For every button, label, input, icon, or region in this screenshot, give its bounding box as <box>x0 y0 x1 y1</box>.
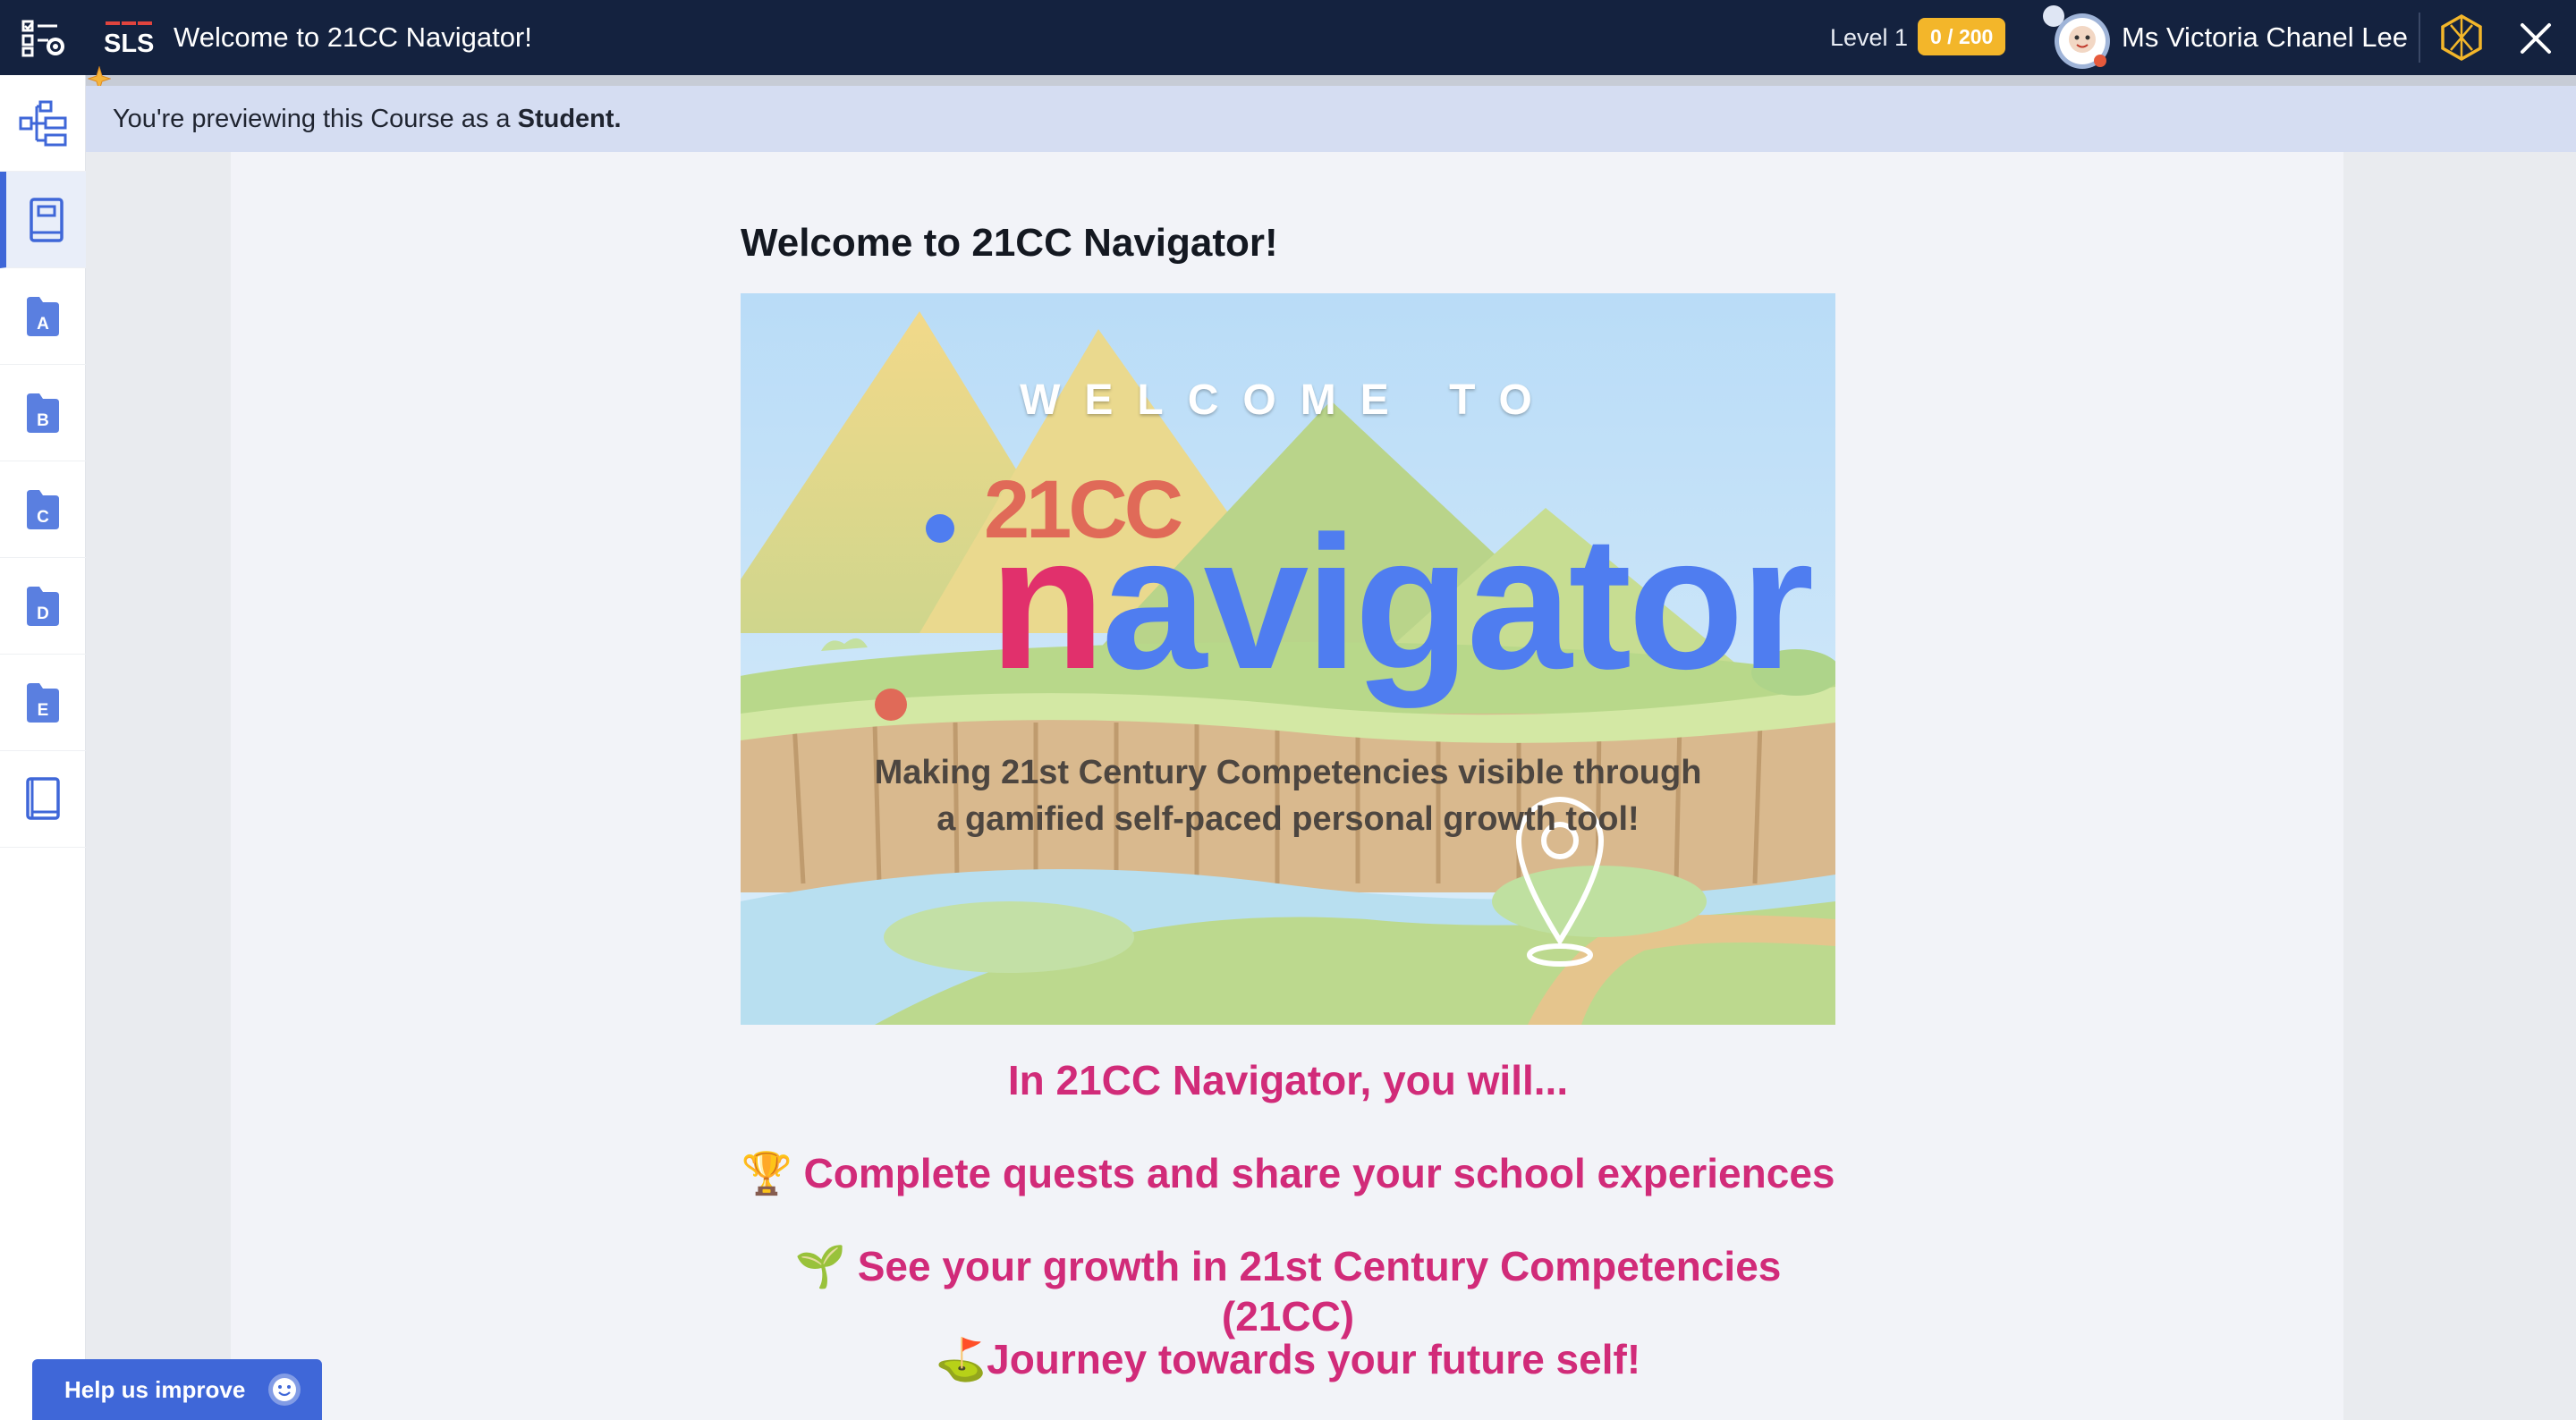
folder-letter: C <box>37 508 49 527</box>
benefit-line-quests: 🏆 Complete quests and share your school … <box>741 1148 1835 1198</box>
sidebar-item-folder-a[interactable]: A <box>0 268 86 365</box>
notebook-icon <box>29 197 64 242</box>
close-icon[interactable] <box>2517 20 2555 57</box>
course-map-icon <box>19 100 67 146</box>
golf-flag-icon: ⛳ <box>935 1335 987 1383</box>
folder-letter: B <box>37 411 49 430</box>
intro-heading-text: In 21CC Navigator, you will... <box>1007 1057 1569 1103</box>
level-label: Level 1 <box>1830 24 1909 51</box>
folder-letter: D <box>37 604 49 623</box>
hero-welcome-text: WELCOME TO <box>1020 376 1556 424</box>
preview-banner-prefix: You're previewing this Course as a <box>113 105 518 133</box>
sidebar-item-folder-b[interactable]: B <box>0 365 86 461</box>
course-sidebar: A B C D E <box>0 75 86 1420</box>
hero-tagline-line-2: a gamified self-paced personal growth to… <box>936 800 1640 838</box>
user-name: Ms Victoria Chanel Lee <box>2122 21 2408 53</box>
intro-heading: In 21CC Navigator, you will... <box>741 1055 1835 1105</box>
hero-tagline-line-1: Making 21st Century Competencies visible… <box>874 754 1702 791</box>
trophy-icon: 🏆 <box>741 1149 792 1197</box>
folder-icon: D <box>27 586 59 626</box>
benefit-text: Journey towards your future self! <box>987 1336 1641 1382</box>
window-title: Welcome to 21CC Navigator! <box>174 21 532 53</box>
hero-tagline: Making 21st Century Competencies visible… <box>741 749 1835 842</box>
folder-icon: C <box>27 489 59 529</box>
top-bar: SLS Welcome to 21CC Navigator! Level 1 0… <box>0 0 2576 75</box>
folder-letter: E <box>38 701 49 720</box>
folder-icon: E <box>27 682 59 723</box>
content-panel: Welcome to 21CC Navigator! WELCOME TO 21… <box>231 152 2343 1420</box>
help-label: Help us improve <box>64 1376 246 1403</box>
sidebar-item-folder-c[interactable]: C <box>0 461 86 558</box>
hero-brand-navigator: navigator <box>989 494 1815 712</box>
checklist-menu-icon[interactable] <box>21 18 66 57</box>
benefit-line-journey: ⛳Journey towards your future self! <box>741 1334 1835 1384</box>
topbar-divider <box>2419 13 2420 63</box>
benefit-line-growth: 🌱 See your growth in 21st Century Compet… <box>741 1241 1835 1341</box>
benefit-text: See your growth in 21st Century Competen… <box>857 1243 1782 1340</box>
sidebar-item-folder-d[interactable]: D <box>0 558 86 655</box>
sidebar-item-book[interactable] <box>0 751 86 848</box>
preview-banner-text: You're previewing this Course as a Stude… <box>113 102 622 136</box>
help-us-improve-button[interactable]: Help us improve <box>32 1359 322 1420</box>
avatar[interactable] <box>2041 4 2113 72</box>
folder-icon: B <box>27 393 59 433</box>
page-title: Welcome to 21CC Navigator! <box>741 221 1278 265</box>
folder-icon: A <box>27 296 59 336</box>
smiley-icon <box>267 1372 302 1407</box>
app-logo-text: SLS <box>104 30 154 55</box>
benefit-text: Complete quests and share your school ex… <box>803 1150 1835 1196</box>
hero-banner-image: WELCOME TO 21CC navigator Making 21st Ce… <box>741 293 1835 1025</box>
sidebar-item-course-map[interactable] <box>0 75 86 172</box>
sls-logo: SLS <box>104 20 154 58</box>
preview-banner: You're previewing this Course as a Stude… <box>86 86 2576 152</box>
sidebar-item-folder-e[interactable]: E <box>0 655 86 751</box>
sidebar-item-notebook[interactable] <box>0 172 86 268</box>
preview-role: Student. <box>517 105 622 133</box>
book-icon <box>26 776 60 820</box>
hero-brand-rest: avigator <box>1101 496 1815 708</box>
seedling-icon: 🌱 <box>794 1242 846 1290</box>
xp-badge: 0 / 200 <box>1918 18 2006 55</box>
folder-letter: A <box>37 315 49 334</box>
progress-strip <box>86 75 2576 86</box>
achievements-badge-icon[interactable] <box>2436 13 2487 63</box>
hero-brand-first-letter: n <box>989 496 1105 708</box>
